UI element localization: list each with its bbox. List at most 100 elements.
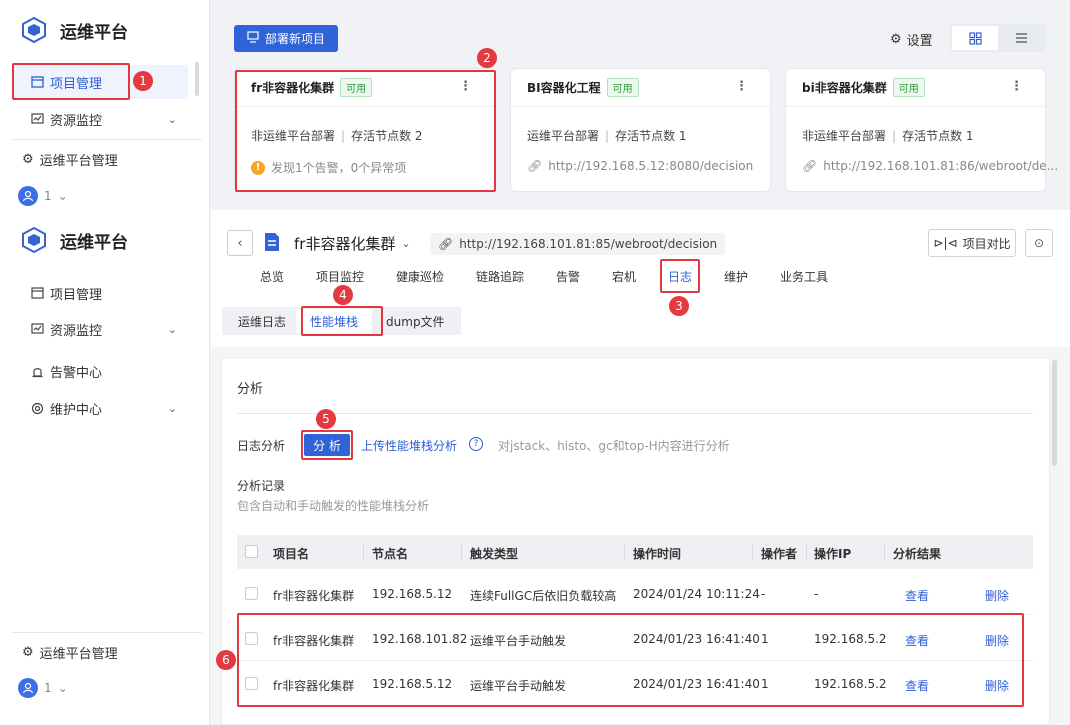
more-icon[interactable]: ⋮ (1010, 79, 1023, 94)
chevron-down-icon: ⌄ (57, 189, 68, 203)
avatar (18, 186, 38, 206)
app-name: 运维平台 (60, 232, 128, 253)
deploy-label: 部署新项目 (264, 32, 325, 46)
sidebar-item-label: 资源监控 (50, 323, 103, 339)
gear-icon: ⚙ (22, 152, 34, 167)
card-title: BI容器化工程 (527, 81, 601, 95)
step-badge: 3 (669, 296, 689, 316)
sidebar-item-maintenance-center[interactable]: 维护中心 ⌄ (0, 391, 195, 425)
sidebar: 运维平台 项目管理 资源监控 ⌄ ⚙ 运维平台管理 1 ⌄ 运维平台 项目管理 … (0, 0, 210, 725)
link-icon: 🔗︎ (802, 159, 818, 173)
grid-view-icon[interactable] (952, 26, 998, 50)
url-text: http://192.168.101.81:86/webroot/de... (823, 159, 1059, 173)
highlight-box (660, 259, 700, 293)
chevron-down-icon: ⌄ (167, 322, 177, 336)
user-count: 1 (44, 189, 52, 203)
sidebar-item-label: 告警中心 (50, 365, 103, 381)
cell-operator: - (761, 587, 766, 601)
deploy-type: 运维平台部署 (527, 129, 600, 143)
help-icon[interactable]: ? (469, 437, 483, 451)
app-logo[interactable]: 运维平台 (20, 226, 128, 254)
col-node: 节点名 (372, 547, 409, 561)
card-header: bi非容器化集群 可用 (786, 69, 1045, 107)
cell-project: fr非容器化集群 (273, 589, 355, 603)
subtab-ops-log[interactable]: 运维日志 (224, 309, 296, 333)
node-count: 存活节点数 1 (615, 129, 687, 143)
sidebar-item-resource-monitor[interactable]: 资源监控 ⌄ (0, 312, 195, 346)
project-card[interactable]: bi非容器化集群 可用 ⋮ 非运维平台部署 | 存活节点数 1 🔗︎ http:/… (785, 68, 1058, 192)
tab-downtime[interactable]: 宕机 (612, 268, 636, 285)
cell-trigger-type: 连续FullGC后依旧负载较高 (470, 589, 617, 603)
project-card[interactable]: BI容器化工程 可用 ⋮ 运维平台部署 | 存活节点数 1 🔗︎ http://1… (510, 68, 771, 192)
compare-button[interactable]: ⊳|⊲ 项目对比 (928, 229, 1016, 257)
view-link[interactable]: 查看 (905, 587, 929, 604)
column-divider (752, 543, 753, 561)
col-time: 操作时间 (633, 547, 682, 561)
column-divider (461, 543, 462, 561)
tab-overview[interactable]: 总览 (260, 268, 284, 285)
highlight-box (301, 430, 353, 460)
tab-alarm[interactable]: 告警 (556, 268, 580, 285)
card-url[interactable]: 🔗︎ http://192.168.5.12:8080/decision (527, 159, 753, 173)
log-analysis-label: 日志分析 (237, 439, 286, 453)
tab-business-tools[interactable]: 业务工具 (780, 268, 828, 285)
panel-title: 分析 (237, 382, 264, 397)
project-selector[interactable]: fr非容器化集群 ⌄ (294, 233, 411, 254)
sidebar-item-alarm-center[interactable]: 告警中心 (0, 354, 195, 388)
list-view-icon[interactable] (998, 26, 1044, 50)
sidebar-item-project-management[interactable]: 项目管理 (0, 276, 195, 310)
card-url[interactable]: 🔗︎ http://192.168.101.81:86/webroot/de..… (802, 159, 1058, 173)
delete-link[interactable]: 删除 (985, 587, 1009, 604)
highlight-box (237, 613, 1024, 707)
chevron-down-icon: ⌄ (57, 681, 68, 695)
highlight-box (235, 70, 496, 192)
compare-icon: ⊳|⊲ (933, 236, 958, 250)
platform-admin-link[interactable]: ⚙ 运维平台管理 (22, 643, 118, 662)
more-actions-button[interactable]: ⊙ (1025, 229, 1053, 257)
tab-project-monitor[interactable]: 项目监控 (316, 268, 364, 285)
platform-admin-link[interactable]: ⚙ 运维平台管理 (22, 150, 118, 169)
analysis-hint: 对jstack、histo、gc和top-H内容进行分析 (498, 439, 730, 453)
sidebar-item-label: 资源监控 (50, 113, 103, 129)
select-all-checkbox[interactable] (245, 545, 258, 558)
records-title: 分析记录 (237, 479, 286, 493)
card-info: 非运维平台部署 | 存活节点数 1 (802, 128, 974, 144)
sidebar-divider (12, 139, 202, 140)
user-menu[interactable]: 1 ⌄ (18, 186, 68, 206)
link-icon: 🔗︎ (527, 159, 543, 173)
step-badge: 4 (333, 285, 353, 305)
subtab-dump[interactable]: dump文件 (372, 309, 459, 333)
user-menu[interactable]: 1 ⌄ (18, 678, 68, 698)
sidebar-scrollbar[interactable] (195, 62, 199, 96)
compare-label: 项目对比 (962, 236, 1011, 251)
avatar (18, 678, 38, 698)
deploy-project-button[interactable]: 部署新项目 (234, 25, 338, 52)
col-project: 项目名 (273, 547, 310, 561)
highlight-box (301, 306, 383, 336)
sidebar-item-resource-monitor[interactable]: 资源监控 ⌄ (0, 102, 195, 136)
tab-trace[interactable]: 链路追踪 (476, 268, 524, 285)
link-icon: 🔗︎ (438, 237, 454, 251)
content-scrollbar[interactable] (1052, 360, 1057, 466)
project-url-text: http://192.168.101.81:85/webroot/decisio… (459, 237, 718, 251)
card-header: BI容器化工程 可用 (511, 69, 770, 107)
sidebar-item-label: 项目管理 (50, 287, 103, 303)
more-icon[interactable]: ⋮ (735, 79, 748, 94)
settings-button[interactable]: ⚙ 设置 (890, 30, 933, 49)
upload-stack-link[interactable]: 上传性能堆栈分析 (361, 437, 457, 454)
monitor-icon (30, 112, 44, 126)
project-url[interactable]: 🔗︎ http://192.168.101.81:85/webroot/deci… (430, 233, 726, 255)
row-checkbox[interactable] (245, 587, 258, 600)
back-button[interactable]: ‹ (227, 230, 253, 256)
column-divider (806, 543, 807, 561)
status-badge: 可用 (606, 78, 639, 97)
column-divider (363, 543, 364, 561)
tab-health-check[interactable]: 健康巡检 (396, 268, 444, 285)
chevron-down-icon: ⌄ (167, 112, 177, 126)
app-logo[interactable]: 运维平台 (20, 16, 128, 44)
tab-maintenance[interactable]: 维护 (724, 268, 748, 285)
deploy-icon (247, 31, 259, 46)
cell-time: 2024/01/24 10:11:24 (633, 587, 760, 601)
column-divider (884, 543, 885, 561)
user-count: 1 (44, 681, 52, 695)
